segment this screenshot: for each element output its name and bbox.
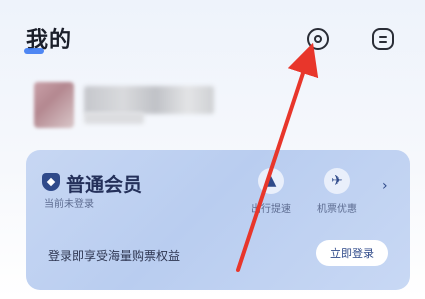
- benefit-flight-discount[interactable]: ✈ 机票优惠: [312, 168, 362, 215]
- membership-card[interactable]: 普通会员 当前未登录 ▲ 出行提速 ✈ 机票优惠 › 登录即享受海量购票权益 立…: [26, 150, 410, 290]
- settings-icon-center: [314, 35, 322, 43]
- rocket-icon: ▲: [258, 168, 284, 194]
- settings-icon[interactable]: [307, 28, 329, 50]
- message-icon[interactable]: [372, 28, 394, 50]
- login-button[interactable]: 立即登录: [316, 240, 388, 266]
- message-icon-line: [379, 40, 387, 43]
- member-title: 普通会员: [66, 174, 143, 196]
- benefit-label: 出行提速: [251, 204, 291, 215]
- username-blurred: [84, 86, 214, 114]
- promo-text: 登录即享受海量购票权益: [48, 249, 181, 263]
- benefit-fast-travel[interactable]: ▲ 出行提速: [246, 168, 296, 215]
- chevron-right-icon[interactable]: ›: [382, 178, 388, 194]
- avatar[interactable]: [34, 82, 74, 128]
- title-underline: [24, 48, 44, 54]
- plane-icon: ✈: [324, 168, 350, 194]
- member-badge-icon: [42, 173, 60, 191]
- benefit-label: 机票优惠: [317, 204, 357, 215]
- member-status: 当前未登录: [44, 199, 94, 210]
- username-sub-blurred: [84, 112, 144, 124]
- message-icon-line: [379, 35, 387, 38]
